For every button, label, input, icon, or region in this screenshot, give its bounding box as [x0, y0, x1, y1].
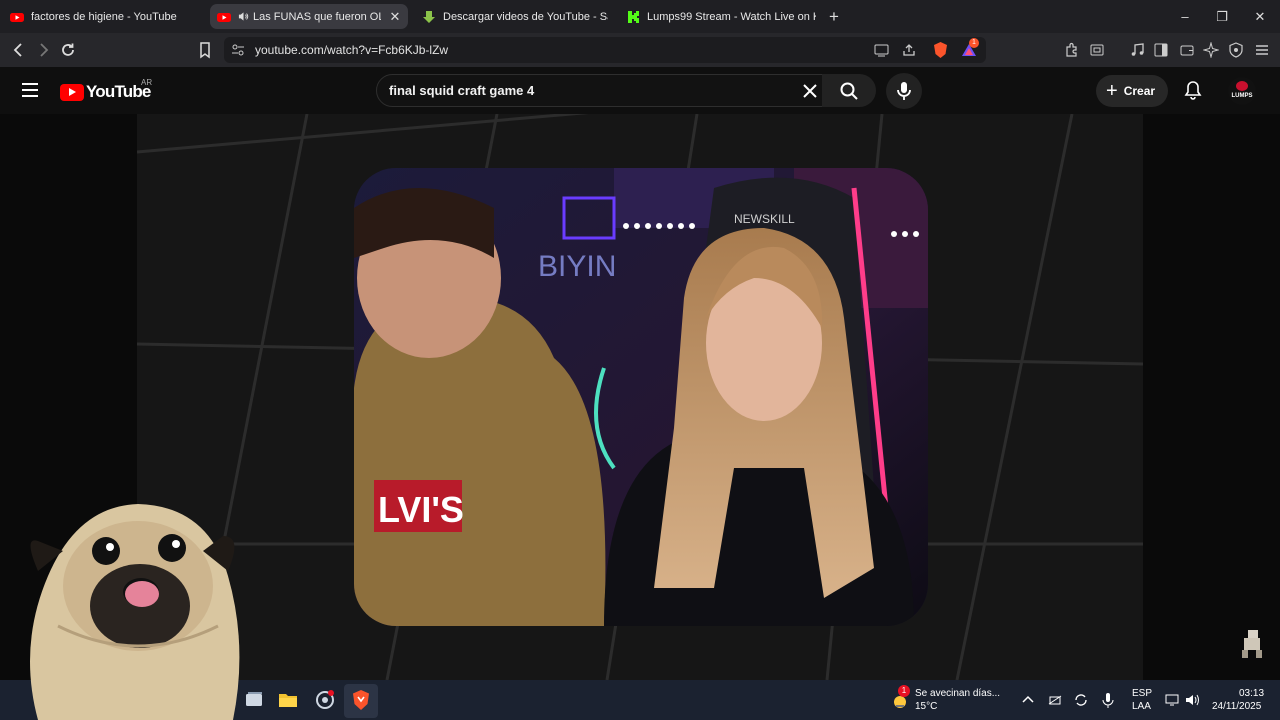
video-clip-frame: BIYIN NEWSKILL LVI'S — [354, 168, 928, 626]
hoodie-logo-text: LVI'S — [378, 489, 464, 530]
keyboard-layout[interactable]: LAA — [1132, 701, 1151, 713]
microphone-tray-icon[interactable] — [1101, 691, 1115, 709]
cast-icon[interactable] — [874, 43, 889, 57]
search-icon — [840, 82, 858, 100]
create-label: Crear — [1123, 84, 1156, 98]
display-icon[interactable] — [1164, 692, 1180, 708]
plus-icon: + — [1106, 80, 1118, 102]
url-text: youtube.com/watch?v=Fcb6KJb-lZw — [255, 43, 449, 57]
language-code[interactable]: ESP — [1132, 688, 1152, 700]
tab-factores-de-higiene[interactable]: factores de higiene - YouTube — [10, 4, 206, 29]
avatar-mascot-icon — [1236, 81, 1248, 91]
avatar[interactable]: LUMPS — [1228, 77, 1256, 105]
new-tab-button[interactable]: + — [829, 8, 839, 25]
browser-tab-strip: factores de higiene - YouTube Las FUNAS … — [0, 0, 1280, 33]
menu-icon[interactable] — [1254, 42, 1270, 58]
avatar-text: LUMPS — [1231, 93, 1253, 99]
minimize-button[interactable]: – — [1176, 9, 1194, 24]
youtube-play-icon — [60, 83, 84, 101]
tab-las-funas[interactable]: Las FUNAS que fueron OLVIDADAS ✕ — [210, 4, 408, 29]
media-control-icon[interactable] — [1129, 42, 1145, 58]
search-input[interactable]: final squid craft game 4 — [376, 74, 830, 107]
search-value: final squid craft game 4 — [389, 83, 535, 98]
extensions-icon[interactable] — [1064, 42, 1080, 58]
share-icon[interactable] — [902, 43, 916, 57]
file-explorer-icon[interactable] — [277, 689, 299, 711]
streamers-scene: BIYIN NEWSKILL LVI'S — [354, 168, 928, 626]
notifications-icon[interactable] — [1183, 80, 1203, 100]
search-button[interactable] — [822, 74, 876, 107]
voice-search-button[interactable] — [886, 73, 922, 109]
country-code: AR — [141, 78, 153, 87]
guide-menu-icon[interactable] — [22, 83, 38, 97]
tab-label: Descargar videos de YouTube - SaveFrom — [443, 10, 608, 23]
tab-descargar-videos[interactable]: Descargar videos de YouTube - SaveFrom — [422, 4, 608, 29]
weather-badge: 1 — [898, 685, 910, 697]
chrome-like-app-icon[interactable] — [314, 689, 336, 711]
screenshot-icon[interactable] — [1089, 42, 1105, 58]
sidebar-icon[interactable] — [1153, 42, 1169, 58]
microphone-icon — [897, 82, 911, 100]
close-tab-icon[interactable]: ✕ — [387, 9, 403, 25]
youtube-header: YouTube AR final squid craft game 4 + Cr… — [0, 67, 1280, 114]
youtube-icon — [10, 12, 24, 22]
restore-button[interactable]: ❐ — [1213, 9, 1231, 25]
player-margin-right — [1143, 114, 1280, 680]
kick-icon — [628, 10, 639, 23]
neon-sign-text: BIYIN — [538, 250, 616, 283]
create-button[interactable]: + Crear — [1096, 75, 1168, 107]
pug-overlay-image — [30, 504, 240, 720]
back-icon[interactable] — [10, 41, 28, 59]
network-off-icon[interactable] — [1047, 692, 1063, 708]
clock-time[interactable]: 03:13 — [1239, 688, 1264, 700]
leo-ai-icon[interactable] — [1203, 42, 1219, 58]
download-icon — [423, 10, 435, 23]
clock-date[interactable]: 24/11/2025 — [1212, 701, 1261, 713]
bookmark-icon[interactable] — [196, 41, 214, 59]
forward-icon[interactable] — [34, 41, 52, 59]
youtube-logo[interactable]: YouTube — [60, 82, 151, 102]
volume-icon[interactable] — [1184, 692, 1200, 708]
weather-title[interactable]: Se avecinan días... — [915, 688, 1000, 700]
brave-icon — [353, 690, 369, 710]
brave-taskbar-button[interactable] — [344, 684, 378, 718]
brave-shields-icon[interactable] — [932, 41, 949, 59]
tab-label: Las FUNAS que fueron OLVIDADAS — [253, 10, 381, 23]
browser-toolbar: youtube.com/watch?v=Fcb6KJb-lZw 1 — [0, 33, 1280, 67]
tab-label: factores de higiene - YouTube — [31, 10, 177, 23]
site-settings-icon[interactable] — [231, 43, 245, 57]
reload-icon[interactable] — [59, 41, 77, 59]
pixel-mascot-icon — [1242, 630, 1262, 658]
tab-label: Lumps99 Stream - Watch Live on Kick — [647, 10, 816, 23]
vpn-shield-icon[interactable] — [1228, 42, 1244, 58]
sync-icon[interactable] — [1073, 692, 1089, 708]
address-bar[interactable]: youtube.com/watch?v=Fcb6KJb-lZw 1 — [224, 37, 986, 63]
close-window-button[interactable]: ✕ — [1251, 9, 1269, 25]
chair-brand-text: NEWSKILL — [734, 212, 795, 226]
chevron-up-icon[interactable] — [1022, 694, 1034, 704]
speaker-icon[interactable] — [238, 11, 249, 22]
rewards-badge: 1 — [969, 38, 979, 48]
tab-lumps99-stream[interactable]: Lumps99 Stream - Watch Live on Kick — [626, 4, 816, 29]
youtube-icon — [217, 12, 231, 22]
clear-search-icon[interactable] — [800, 81, 820, 101]
wallet-icon[interactable] — [1179, 42, 1195, 58]
weather-temp: 15°C — [915, 701, 938, 712]
